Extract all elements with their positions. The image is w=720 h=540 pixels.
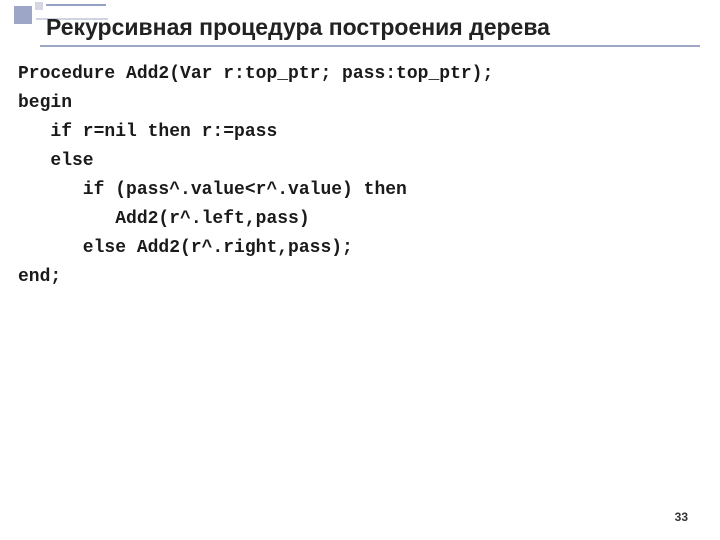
code-line: if r=nil then r:=pass [18, 122, 277, 142]
deco-square-large-icon [14, 6, 32, 24]
page-number: 33 [675, 510, 688, 524]
code-line: begin [18, 93, 72, 113]
code-line: Add2(r^.left,pass) [18, 209, 310, 229]
slide-title: Рекурсивная процедура построения дерева [40, 14, 700, 47]
code-line: else [18, 151, 94, 171]
code-line: end; [18, 267, 61, 287]
deco-square-small-icon [35, 2, 43, 10]
code-line: else Add2(r^.right,pass); [18, 238, 353, 258]
deco-line-icon [46, 4, 106, 6]
code-block: Procedure Add2(Var r:top_ptr; pass:top_p… [18, 60, 700, 292]
code-line: Procedure Add2(Var r:top_ptr; pass:top_p… [18, 64, 493, 84]
code-line: if (pass^.value<r^.value) then [18, 180, 407, 200]
